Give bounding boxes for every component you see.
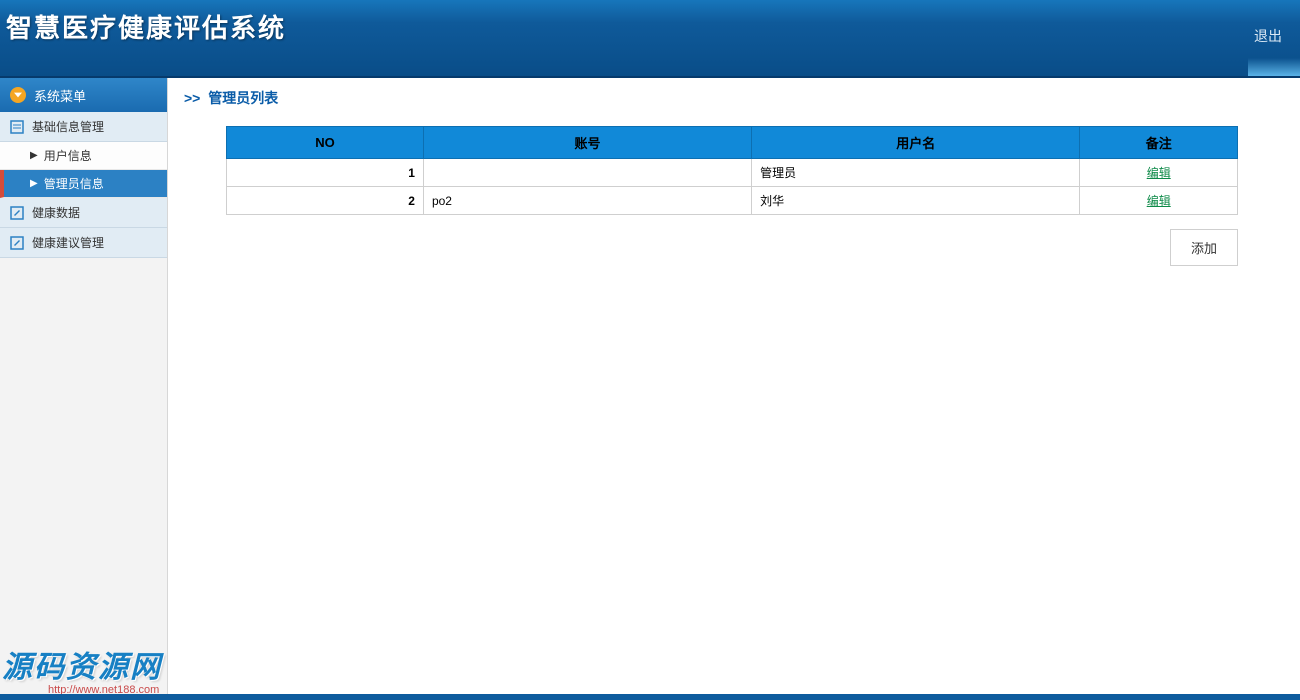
col-username: 用户名 [752,127,1080,159]
cell-username: 刘华 [752,187,1080,215]
sidebar-section-health-data[interactable]: 健康数据 [0,198,167,228]
sidebar-item-admin-info[interactable]: ▶ 管理员信息 [0,170,167,198]
list-icon [10,120,24,134]
cell-account: po2 [423,187,751,215]
breadcrumb: >> 管理员列表 [184,88,1280,108]
edit-link[interactable]: 编辑 [1147,194,1171,208]
watermark-title: 源码资源网 [2,642,162,686]
sidebar: 系统菜单 基础信息管理 ▶ 用户信息 ▶ 管理员信息 健康数据 健康建议 [0,78,168,696]
table-row: 2 po2 刘华 编辑 [227,187,1238,215]
edit-link[interactable]: 编辑 [1147,166,1171,180]
table-row: 1 管理员 编辑 [227,159,1238,187]
col-account: 账号 [423,127,751,159]
sidebar-section-label: 基础信息管理 [32,118,104,135]
header-decoration [1248,58,1300,76]
triangle-right-icon: ▶ [30,150,38,161]
cell-no: 2 [227,187,424,215]
breadcrumb-prefix: >> [184,90,200,106]
sidebar-section-basic-info[interactable]: 基础信息管理 [0,112,167,142]
chevron-down-icon [10,87,26,103]
cell-account [423,159,751,187]
sidebar-item-label: 用户信息 [44,147,92,164]
sidebar-section-label: 健康建议管理 [32,234,104,251]
logout-link[interactable]: 退出 [1254,26,1282,46]
edit-icon [10,236,24,250]
col-no: NO [227,127,424,159]
watermark: 源码资源网 http://www.net188.com [2,642,162,696]
triangle-right-icon: ▶ [30,178,38,189]
cell-action: 编辑 [1080,159,1238,187]
menu-header: 系统菜单 [0,78,167,112]
main-content: >> 管理员列表 NO 账号 用户名 备注 1 管理员 [168,78,1300,696]
sidebar-section-health-advice[interactable]: 健康建议管理 [0,228,167,258]
app-title: 智慧医疗健康评估系统 [0,0,1300,45]
add-button[interactable]: 添加 [1170,229,1238,266]
cell-no: 1 [227,159,424,187]
admin-table: NO 账号 用户名 备注 1 管理员 编辑 2 po2 [226,126,1238,215]
menu-title: 系统菜单 [34,86,86,105]
col-remark: 备注 [1080,127,1238,159]
sidebar-item-user-info[interactable]: ▶ 用户信息 [0,142,167,170]
sidebar-item-label: 管理员信息 [44,175,104,192]
cell-action: 编辑 [1080,187,1238,215]
page-title: 管理员列表 [208,90,278,106]
footer-bar [0,694,1300,700]
sidebar-section-label: 健康数据 [32,204,80,221]
app-header: 智慧医疗健康评估系统 退出 [0,0,1300,78]
table-header-row: NO 账号 用户名 备注 [227,127,1238,159]
edit-icon [10,206,24,220]
cell-username: 管理员 [752,159,1080,187]
